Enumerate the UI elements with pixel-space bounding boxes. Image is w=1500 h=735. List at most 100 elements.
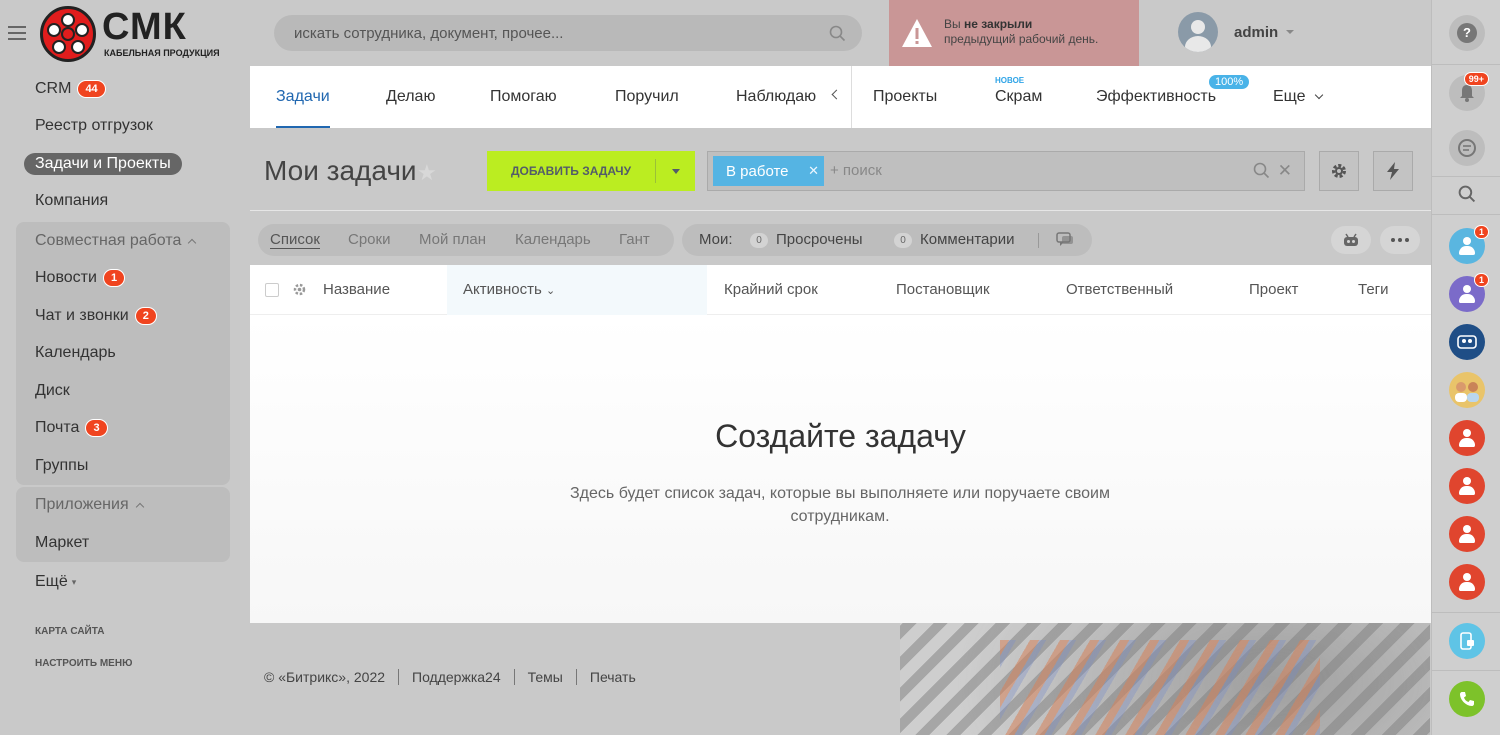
sidebar-item-tasks[interactable]: Задачи и Проекты bbox=[16, 145, 230, 183]
screen-share-button[interactable] bbox=[1449, 623, 1485, 659]
star-icon[interactable]: ★ bbox=[417, 160, 437, 186]
sidebar-item-shipments[interactable]: Реестр отгрузок bbox=[16, 108, 230, 146]
tabs-divider bbox=[851, 66, 852, 128]
column-tags[interactable]: Теги bbox=[1358, 281, 1389, 298]
contact-2-badge: 1 bbox=[1473, 273, 1489, 287]
select-all-checkbox[interactable] bbox=[265, 283, 279, 297]
gear-icon[interactable] bbox=[292, 282, 307, 297]
tab-label: Эффективность bbox=[1096, 88, 1217, 105]
activity-button[interactable] bbox=[1449, 130, 1485, 166]
tab-watching[interactable]: Наблюдаю bbox=[736, 66, 816, 128]
column-deadline[interactable]: Крайний срок bbox=[724, 281, 818, 298]
notifications-button[interactable]: 99+ bbox=[1449, 72, 1489, 111]
settings-button[interactable] bbox=[1319, 151, 1359, 191]
call-button[interactable] bbox=[1449, 681, 1485, 717]
close-icon[interactable]: ✕ bbox=[808, 163, 819, 179]
logo-title: СМК bbox=[102, 6, 187, 48]
sidebar-item-calendar[interactable]: Календарь bbox=[16, 335, 230, 373]
contact-avatar-2[interactable]: 1 bbox=[1449, 273, 1489, 312]
user-menu[interactable]: admin bbox=[1178, 12, 1295, 52]
themes-link[interactable]: Темы bbox=[513, 669, 576, 685]
tab-scrum[interactable]: Скрам bbox=[995, 66, 1042, 128]
configure-menu-link[interactable]: НАСТРОИТЬ МЕНЮ bbox=[16, 647, 230, 679]
tab-tasks[interactable]: Задачи bbox=[276, 66, 330, 128]
sidebar-item-crm[interactable]: CRM 44 bbox=[16, 70, 230, 108]
tab-doing[interactable]: Делаю bbox=[386, 66, 435, 128]
user-name: admin bbox=[1234, 23, 1279, 41]
contact-avatar-3[interactable] bbox=[1449, 420, 1485, 456]
comments-filter[interactable]: Комментарии bbox=[920, 231, 1014, 248]
view-plan[interactable]: Мой план bbox=[419, 231, 486, 248]
overdue-filter[interactable]: Просрочены bbox=[776, 231, 863, 248]
tab-more[interactable]: Еще bbox=[1273, 66, 1323, 128]
chevron-down-icon bbox=[1286, 30, 1295, 34]
column-project[interactable]: Проект bbox=[1249, 281, 1298, 298]
sidebar-item-news[interactable]: Новости 1 bbox=[16, 260, 230, 298]
support-link[interactable]: Поддержка24 bbox=[398, 669, 514, 685]
search-placeholder: искать сотрудника, документ, прочее... bbox=[294, 24, 564, 42]
tab-efficiency[interactable]: Эффективность bbox=[1096, 66, 1216, 128]
sidebar-item-chat[interactable]: Чат и звонки 2 bbox=[16, 297, 230, 335]
filter-placeholder: + поиск bbox=[830, 162, 882, 179]
divider bbox=[1038, 233, 1039, 248]
robot-button[interactable] bbox=[1331, 226, 1371, 254]
warning-text-bold: не закрыли bbox=[963, 17, 1033, 31]
column-name[interactable]: Название bbox=[323, 281, 390, 298]
sidebar-item-disk[interactable]: Диск bbox=[16, 372, 230, 410]
sidebar-group-collaboration: Совместная работа Новости 1 Чат и звонки… bbox=[16, 222, 230, 485]
menu-toggle-icon[interactable] bbox=[8, 26, 26, 40]
tab-label: Наблюдаю bbox=[736, 88, 817, 105]
tab-assigned[interactable]: Поручил bbox=[615, 66, 679, 128]
chat-icon[interactable] bbox=[1056, 232, 1074, 248]
tab-label: Еще bbox=[1273, 88, 1306, 105]
search-button[interactable] bbox=[1449, 176, 1485, 212]
contact-avatar-6[interactable] bbox=[1449, 564, 1485, 600]
tab-helping[interactable]: Помогаю bbox=[490, 66, 557, 128]
add-task-button[interactable]: ДОБАВИТЬ ЗАДАЧУ bbox=[487, 151, 695, 191]
column-responsible[interactable]: Ответственный bbox=[1066, 281, 1173, 298]
sidebar-item-mail[interactable]: Почта 3 bbox=[16, 410, 230, 448]
more-actions-button[interactable] bbox=[1380, 226, 1420, 254]
view-calendar[interactable]: Календарь bbox=[515, 231, 591, 248]
contact-avatar-4[interactable] bbox=[1449, 468, 1485, 504]
team-photo-avatar[interactable] bbox=[1449, 372, 1485, 408]
global-search-input[interactable]: искать сотрудника, документ, прочее... bbox=[274, 15, 862, 51]
search-icon[interactable] bbox=[829, 25, 846, 42]
sidebar-item-more[interactable]: Ещё ▾ bbox=[16, 564, 230, 602]
add-task-dropdown[interactable] bbox=[656, 168, 695, 174]
column-creator[interactable]: Постановщик bbox=[896, 281, 990, 298]
sidebar-group-header[interactable]: Совместная работа bbox=[16, 222, 230, 260]
clear-icon[interactable]: ✕ bbox=[1278, 161, 1292, 181]
user-icon bbox=[1459, 237, 1475, 255]
help-button[interactable]: ? bbox=[1449, 15, 1485, 51]
tab-projects[interactable]: Проекты bbox=[873, 66, 937, 128]
contact-avatar-1[interactable]: 1 bbox=[1449, 225, 1489, 264]
contact-avatar-5[interactable] bbox=[1449, 516, 1485, 552]
user-icon bbox=[1459, 477, 1475, 495]
view-list[interactable]: Список bbox=[270, 231, 320, 249]
company-logo[interactable]: СМК КАБЕЛЬНАЯ ПРОДУКЦИЯ bbox=[40, 6, 220, 62]
sitemap-link[interactable]: КАРТА САЙТА bbox=[16, 615, 230, 647]
chevron-left-icon[interactable] bbox=[831, 89, 842, 100]
filter-chip[interactable]: В работе ✕ bbox=[713, 156, 824, 186]
print-link[interactable]: Печать bbox=[575, 669, 649, 685]
sidebar-item-company[interactable]: Компания bbox=[16, 183, 230, 221]
search-icon[interactable] bbox=[1253, 162, 1270, 179]
automation-button[interactable] bbox=[1373, 151, 1413, 191]
search-icon bbox=[1458, 185, 1476, 203]
chat-badge: 2 bbox=[134, 306, 157, 325]
column-activity[interactable]: Активность ⌄ bbox=[463, 281, 555, 298]
group-chat-avatar[interactable] bbox=[1449, 324, 1485, 360]
counters-label: Мои: bbox=[699, 231, 733, 248]
logo-subtitle: КАБЕЛЬНАЯ ПРОДУКЦИЯ bbox=[104, 48, 220, 58]
filter-search-input[interactable]: В работе ✕ + поиск ✕ bbox=[707, 151, 1305, 191]
view-deadlines[interactable]: Сроки bbox=[348, 231, 390, 248]
sidebar-item-label: Новости bbox=[35, 269, 97, 287]
sidebar-item-market[interactable]: Маркет bbox=[16, 524, 230, 562]
sidebar-item-groups[interactable]: Группы bbox=[16, 447, 230, 485]
sidebar-group-header[interactable]: Приложения bbox=[16, 487, 230, 525]
user-icon bbox=[1459, 429, 1475, 447]
workday-warning[interactable]: Вы не закрыли предыдущий рабочий день. bbox=[889, 0, 1139, 66]
view-gantt[interactable]: Гант bbox=[619, 231, 650, 248]
add-task-label: ДОБАВИТЬ ЗАДАЧУ bbox=[510, 164, 632, 178]
